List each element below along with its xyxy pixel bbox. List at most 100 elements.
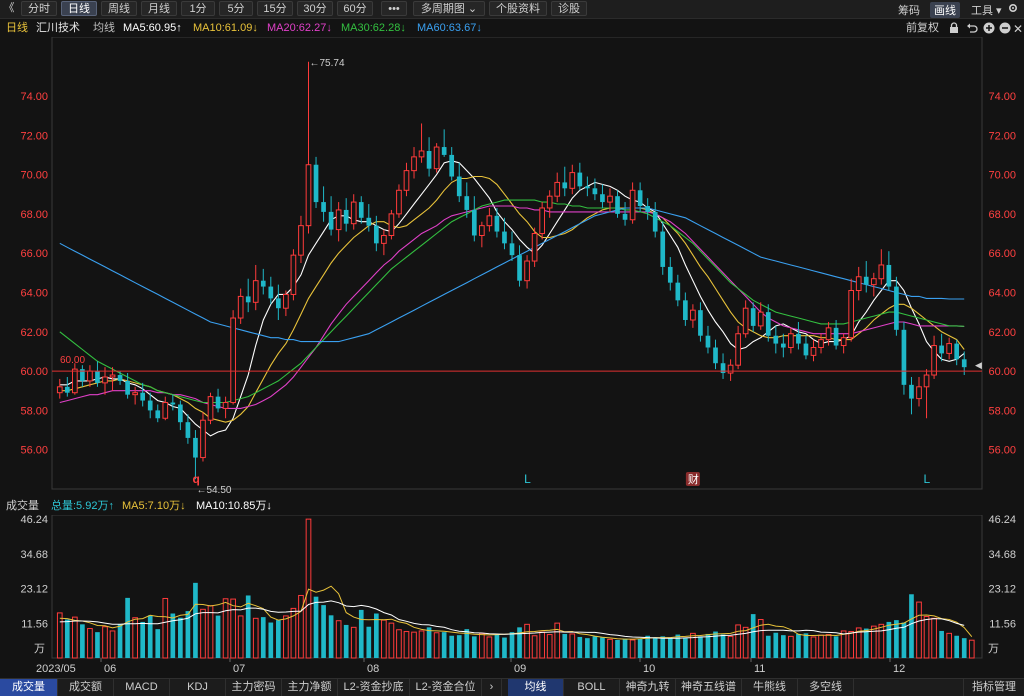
candle [509,231,515,262]
volume-bar [517,627,522,658]
volume-bar [569,633,576,659]
volume-bar [637,638,643,658]
draw-line-button[interactable]: 画线 [930,2,960,18]
tools-dropdown[interactable]: 工具 ▾ [971,2,1002,18]
candle [569,164,576,195]
volume-bar [773,632,779,658]
tab-15min[interactable]: 15分 [257,1,293,16]
price-y-tick-right: 62.00 [988,327,1016,339]
tab-5min[interactable]: 5分 [219,1,253,16]
candle [878,249,885,285]
volume-bar [894,620,899,658]
tab-fenshi[interactable]: 分时 [21,1,57,16]
tab-turnover[interactable]: 成交额 [58,679,114,696]
volume-bar [305,518,312,659]
x-month-label: 09 [514,663,526,675]
x-month-label: 2023/05 [36,663,76,675]
tab-volume[interactable]: 成交量 [0,679,58,696]
tab-yuexian[interactable]: 月线 [141,1,177,16]
tab-30min[interactable]: 30分 [297,1,333,16]
settings-icon[interactable] [1007,2,1019,14]
multi-period-dropdown[interactable]: 多周期图 ⌄ [413,1,485,16]
volume-bar [193,582,198,658]
candle [283,290,289,317]
tab-zhouxian[interactable]: 周线 [101,1,137,16]
candle [268,276,274,305]
tab-magic-nine[interactable]: 神奇九转 [620,679,676,696]
tab-main-net[interactable]: 主力净额 [282,679,338,696]
volume-bar [222,598,229,659]
candle [660,221,666,275]
price-chart: 74.00 72.00 70.00 68.00 66.00 64.00 62.00 60.00… [20,37,1016,496]
tab-l2-bottom[interactable]: L2-资金抄底 [338,679,410,696]
candle [178,400,183,431]
candle [894,276,899,336]
back-icon[interactable]: 《 [3,2,15,14]
event-marker-l[interactable]: L [924,472,931,486]
volume-bar [56,612,63,659]
price-y-tick-left: 66.00 [20,248,48,260]
volume-bar [456,635,462,658]
current-price-marker: ◀ [975,360,982,370]
tab-60min[interactable]: 60分 [337,1,373,16]
tab-ma[interactable]: 均线 [508,679,564,696]
candle [735,325,741,370]
volume-y-tick-right: 46.24 [988,515,1016,526]
tab-bull-bear[interactable]: 牛熊线 [742,679,798,696]
x-month-label: 06 [104,663,116,675]
volume-bar [178,617,183,658]
tab-rixian[interactable]: 日线 [61,1,97,16]
volume-bar [252,617,259,659]
volume-bar [109,630,116,659]
ma60-line [59,207,965,343]
volume-bar [946,632,952,659]
candle [418,123,425,163]
tab-blank[interactable] [854,679,964,696]
candle [64,376,70,397]
candle [773,325,779,354]
candle [946,337,952,360]
volume-bar [260,617,266,658]
volume-y-tick-right: 11.56 [989,618,1016,630]
volume-bar [909,594,914,658]
tab-boll[interactable]: BOLL [564,679,620,696]
volume-bar [652,638,658,658]
volume-unit-right: 万 [988,643,999,655]
more-button[interactable]: ••• [381,1,407,16]
volume-bar [878,623,885,659]
candle [132,386,138,405]
tab-main-code[interactable]: 主力密码 [226,679,282,696]
top-toolbar: 《 分时 日线 周线 月线 1分 5分 15分 30分 60分 ••• 多周期图… [0,0,1024,19]
diagnose-button[interactable]: 诊股 [551,1,587,16]
volume-bar [396,629,402,659]
tab-long-short[interactable]: 多空线 [798,679,854,696]
tab-1min[interactable]: 1分 [181,1,215,16]
tab-macd[interactable]: MACD [114,679,170,696]
volume-bar [494,634,500,658]
volume-bar [426,627,432,658]
volume-bar [788,635,794,659]
stock-info-button[interactable]: 个股资料 [489,1,547,16]
event-marker-finance[interactable]: 财 [685,472,700,486]
tab-kdj[interactable]: KDJ [170,679,226,696]
restore-label[interactable]: 前复权 [906,19,939,37]
candle [931,335,937,379]
price-y-tick-right: 74.00 [988,91,1016,103]
tab-l2-position[interactable]: L2-资金合位 [410,679,482,696]
x-axis-month-labels: 2023/05 06 07 08 09 10 11 12 [36,658,905,675]
tab-scroll-right[interactable]: › [482,679,502,696]
close-icon[interactable]: ✕ [1013,20,1023,38]
ma-kind[interactable]: 均线 [93,19,115,37]
tab-indicator-manage[interactable]: 指标管理 [964,679,1024,696]
ma-lines [59,160,965,437]
candle [675,274,681,307]
event-marker-l[interactable]: L [524,472,531,486]
tab-magic-five[interactable]: 神奇五线谱 [676,679,742,696]
candle [237,288,244,324]
candle [87,365,93,387]
candle [727,359,734,381]
event-marker-q[interactable]: q [192,472,199,486]
chips-button[interactable]: 筹码 [898,2,920,18]
volume-ma10: MA10:10.85万↓ [196,500,272,512]
price-plot-frame [51,37,983,490]
